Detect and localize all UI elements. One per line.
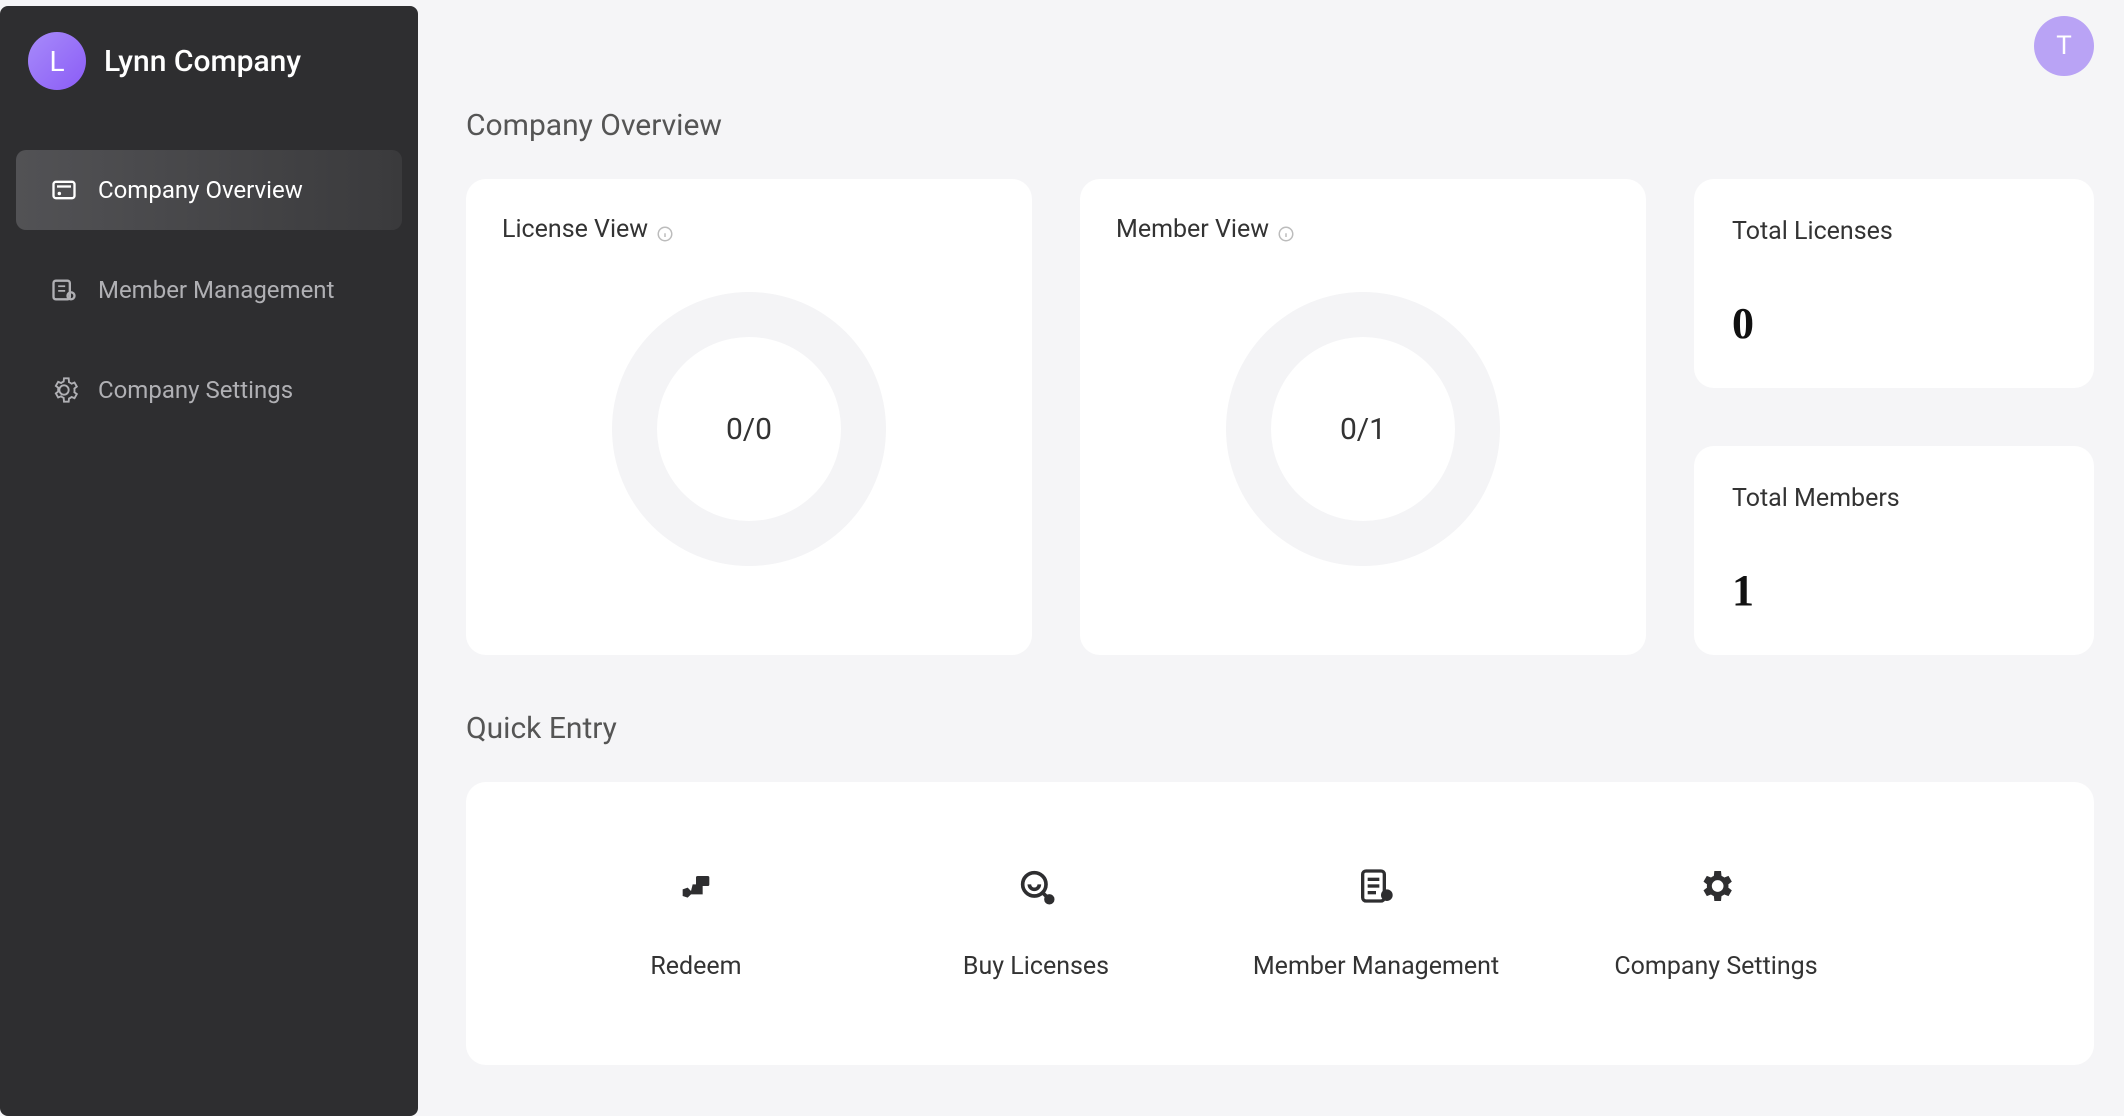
license-donut-value: 0/0	[657, 337, 841, 521]
sidebar-item-label: Member Management	[98, 276, 334, 304]
member-view-card: Member View 0/1	[1080, 179, 1646, 655]
stats-column: Total Licenses 0 Total Members 1	[1694, 179, 2094, 655]
sidebar-item-label: Company Settings	[98, 376, 293, 404]
total-members-value: 1	[1732, 565, 2056, 616]
sidebar-item-member-management[interactable]: Member Management	[16, 250, 402, 330]
quick-item-label: Redeem	[650, 952, 741, 981]
redeem-icon	[676, 866, 716, 906]
overview-row: License View 0/0 Member View 0/1	[466, 179, 2094, 655]
quick-entry-section-title: Quick Entry	[466, 711, 2094, 746]
member-view-title: Member View	[1116, 215, 1269, 244]
member-donut-value: 0/1	[1271, 337, 1455, 521]
members-icon	[50, 276, 78, 304]
user-avatar[interactable]: T	[2034, 16, 2094, 76]
total-licenses-card: Total Licenses 0	[1694, 179, 2094, 388]
main-content: T Company Overview License View 0/0 Memb…	[418, 0, 2124, 1116]
company-name: Lynn Company	[104, 44, 301, 79]
gear-icon	[50, 376, 78, 404]
total-licenses-value: 0	[1732, 298, 2056, 349]
sidebar-item-label: Company Overview	[98, 176, 303, 204]
license-donut: 0/0	[612, 292, 886, 566]
quick-item-redeem[interactable]: Redeem	[526, 866, 866, 981]
sidebar-item-company-overview[interactable]: Company Overview	[16, 150, 402, 230]
buy-licenses-icon	[1016, 866, 1056, 906]
quick-item-member-management[interactable]: Member Management	[1206, 866, 1546, 981]
overview-section-title: Company Overview	[466, 108, 2094, 143]
member-view-title-row: Member View	[1116, 215, 1610, 244]
company-avatar: L	[28, 32, 86, 90]
total-members-card: Total Members 1	[1694, 446, 2094, 655]
total-licenses-label: Total Licenses	[1732, 217, 2056, 246]
quick-item-buy-licenses[interactable]: Buy Licenses	[866, 866, 1206, 981]
dashboard-icon	[50, 176, 78, 204]
gear-icon	[1696, 866, 1736, 906]
member-donut-wrap: 0/1	[1116, 244, 1610, 614]
total-members-label: Total Members	[1732, 484, 2056, 513]
sidebar: L Lynn Company Company Overview Member M…	[0, 6, 418, 1116]
quick-item-label: Member Management	[1253, 952, 1499, 981]
quick-item-label: Buy Licenses	[963, 952, 1109, 981]
license-view-card: License View 0/0	[466, 179, 1032, 655]
member-donut: 0/1	[1226, 292, 1500, 566]
info-icon[interactable]	[1277, 221, 1295, 239]
quick-item-label: Company Settings	[1614, 952, 1817, 981]
license-view-title-row: License View	[502, 215, 996, 244]
sidebar-header: L Lynn Company	[16, 32, 402, 90]
sidebar-item-company-settings[interactable]: Company Settings	[16, 350, 402, 430]
license-donut-wrap: 0/0	[502, 244, 996, 614]
info-icon[interactable]	[656, 221, 674, 239]
quick-item-company-settings[interactable]: Company Settings	[1546, 866, 1886, 981]
license-view-title: License View	[502, 215, 648, 244]
member-management-icon	[1356, 866, 1396, 906]
quick-entry-card: Redeem Buy Licenses Member Management Co…	[466, 782, 2094, 1065]
